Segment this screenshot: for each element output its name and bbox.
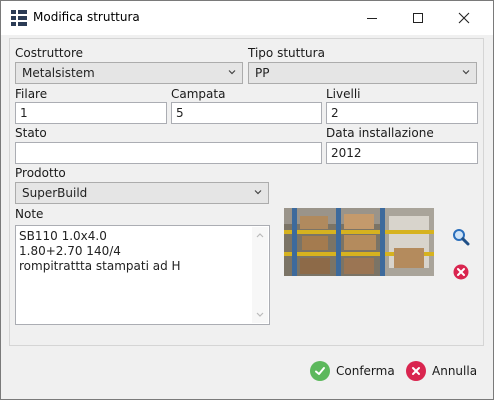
tipo-struttura-value: PP	[255, 66, 270, 80]
maximize-icon	[413, 12, 423, 23]
note-label: Note	[15, 207, 44, 221]
note-line: SB110 1.0x4.0	[19, 229, 107, 243]
stato-label: Stato	[15, 126, 47, 140]
note-line: 1.80+2.70 140/4	[19, 244, 121, 258]
livelli-label: Livelli	[326, 87, 361, 101]
scroll-down-icon[interactable]	[256, 312, 264, 318]
magnifier-icon	[453, 229, 470, 246]
close-icon	[458, 12, 470, 23]
scroll-up-icon[interactable]	[256, 232, 264, 238]
campata-input[interactable]: 5	[171, 102, 322, 124]
chevron-down-icon	[228, 70, 236, 75]
conferma-label: Conferma	[336, 364, 395, 378]
prodotto-label: Prodotto	[15, 166, 66, 180]
close-button[interactable]	[441, 1, 487, 34]
zoom-image-button[interactable]	[451, 227, 471, 247]
data-installazione-label: Data installazione	[326, 126, 434, 140]
campata-label: Campata	[171, 87, 226, 101]
annulla-label: Annulla	[432, 364, 478, 378]
minimize-button[interactable]	[349, 1, 395, 34]
costruttore-label: Costruttore	[15, 46, 84, 60]
chevron-down-icon	[462, 70, 470, 75]
note-line: rompitrattta stampati ad H	[19, 259, 181, 273]
prodotto-select[interactable]: SuperBuild	[15, 182, 269, 204]
note-scrollbar[interactable]	[252, 227, 268, 323]
data-installazione-input[interactable]: 2012	[326, 142, 478, 164]
filare-input[interactable]: 1	[15, 102, 167, 124]
window-title: Modifica struttura	[33, 10, 140, 24]
conferma-button[interactable]: Conferma	[310, 358, 395, 384]
stato-input[interactable]	[15, 142, 322, 164]
x-circle-icon	[406, 361, 426, 381]
annulla-button[interactable]: Annulla	[406, 358, 477, 384]
maximize-button[interactable]	[395, 1, 441, 34]
note-textarea[interactable]: SB110 1.0x4.0 1.80+2.70 140/4 rompitratt…	[15, 225, 270, 325]
costruttore-select[interactable]: Metalsistem	[15, 62, 243, 84]
costruttore-value: Metalsistem	[22, 66, 95, 80]
prodotto-value: SuperBuild	[22, 186, 88, 200]
app-grid-icon	[11, 10, 27, 26]
filare-label: Filare	[15, 87, 48, 101]
structure-photo	[284, 208, 434, 276]
chevron-down-icon	[254, 190, 262, 195]
check-circle-icon	[310, 361, 330, 381]
minimize-icon	[367, 17, 377, 19]
livelli-input[interactable]: 2	[326, 102, 478, 124]
tipo-struttura-select[interactable]: PP	[248, 62, 477, 84]
remove-image-button[interactable]	[451, 262, 471, 282]
tipo-struttura-label: Tipo stuttura	[248, 46, 325, 60]
remove-icon	[453, 264, 469, 280]
